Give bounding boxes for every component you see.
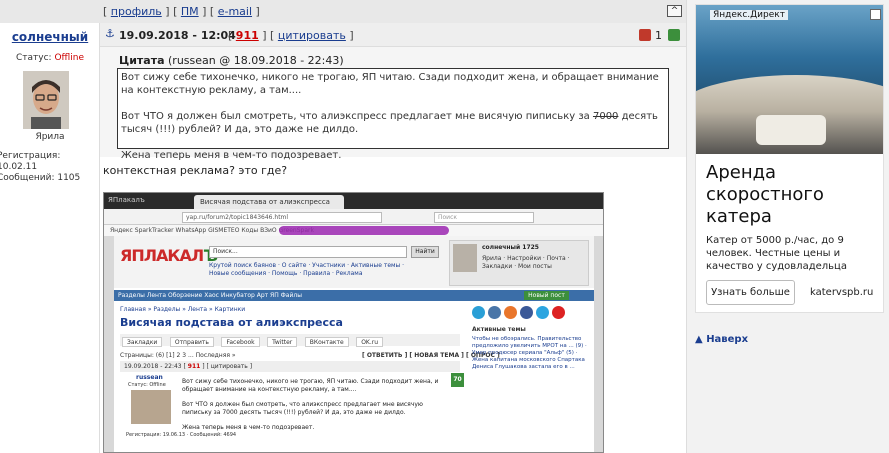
reply-text: контекстная реклама? это где?: [103, 164, 288, 177]
email-link[interactable]: e-mail: [218, 5, 252, 18]
shot-pages: Страницы: (6) [1] 2 3 ... Последняя »: [120, 352, 236, 359]
back-to-top-link[interactable]: ▲ Наверх: [695, 334, 748, 345]
shot-post-header: 19.09.2018 - 22:43 [ 911 ] [ цитировать …: [120, 361, 460, 372]
up-arrow-icon: ▲: [695, 334, 703, 345]
shot-post-author: russean: [136, 374, 163, 381]
shot-tool: Отправить: [169, 337, 214, 347]
quote-box: Вот сижу себе тихонечко, никого не трога…: [117, 68, 669, 161]
shot-user-avatar: [453, 244, 477, 272]
pm-link[interactable]: ПМ: [181, 5, 199, 18]
shot-tool: Закладки: [122, 337, 163, 347]
shot-url: yap.ru/forum2/topic1843646.html: [182, 212, 382, 223]
ad-column: Яндекс.Директ Аренда скоростного катера …: [686, 0, 889, 453]
shot-titlebar: ЯПлакалъ Висячая подстава от алиэкспресс…: [104, 193, 603, 209]
shot-site: ЯПЛАКАЛЪ Поиск... Найти Крутой поиск бая…: [114, 236, 594, 452]
profile-links: [ профиль ] [ ПМ ] [ e-mail ]: [103, 5, 260, 18]
quote-paragraph-2: Вот ЧТО я должен был смотреть, что алиэк…: [121, 111, 658, 135]
shot-page-title: Висячая подстава от алиэкспресса: [120, 316, 343, 329]
shot-search: Поиск: [434, 212, 534, 223]
shot-tool: Facebook: [221, 337, 260, 347]
username[interactable]: солнечный: [0, 30, 100, 44]
post-date: 19.09.2018 - 12:04: [119, 29, 236, 42]
avatar: [23, 71, 69, 129]
shot-breadcrumb: Главная » Разделы » Лента » Картинки: [120, 306, 246, 313]
ok-icon: [504, 306, 517, 319]
shot-post-avatar: [131, 390, 171, 424]
post-links: [ 911 ] [ цитировать ]: [228, 29, 354, 42]
ad-banner[interactable]: Яндекс.Директ Аренда скоростного катера …: [695, 4, 884, 313]
telegram-icon: [472, 306, 485, 319]
ad-image[interactable]: Яндекс.Директ: [696, 5, 883, 154]
user-status: Статус: Offline: [16, 53, 84, 63]
boat-seat: [756, 115, 826, 145]
scroll-top-icon[interactable]: ^: [667, 5, 682, 17]
rate-down-icon[interactable]: [639, 29, 651, 41]
rating-count: 1: [655, 29, 662, 42]
shot-new-post: Новый пост: [524, 291, 569, 300]
quote-link[interactable]: цитировать: [278, 29, 346, 42]
user-column: солнечный Статус: Offline Ярила Регистра…: [0, 23, 100, 453]
ad-learn-more-button[interactable]: Узнать больше: [706, 280, 795, 305]
embedded-screenshot: ЯПлакалъ Висячая подстава от алиэкспресс…: [103, 192, 604, 453]
shot-site-search: Поиск...: [209, 246, 407, 258]
shot-tool: Twitter: [267, 337, 298, 347]
shot-tab-active: Висячая подстава от алиэкспресса: [194, 195, 344, 209]
ad-info-icon[interactable]: [870, 9, 881, 20]
user-registration: Регистрация: 10.02.11 Сообщений: 1105: [0, 151, 81, 183]
post-body: Цитата (russean @ 18.09.2018 - 22:43) Во…: [100, 47, 686, 161]
shot-user-panel: солнечный 1725 Ярила · Настройки · Почта…: [449, 240, 589, 286]
shot-sidebar: Активные темы Чтобы не обоэрались. Прави…: [472, 306, 590, 452]
profile-links-bar: [ профиль ] [ ПМ ] [ e-mail ] ^: [0, 0, 686, 23]
vk-icon: [488, 306, 501, 319]
shot-site-links: Крутой поиск баянов · О сайте · Участник…: [209, 262, 405, 277]
shot-site-search-button: Найти: [411, 246, 439, 258]
shot-scribble: [279, 226, 449, 235]
shot-share-tools: Закладки Отправить Facebook Twitter ВКон…: [120, 334, 460, 347]
quote-title: Цитата (russean @ 18.09.2018 - 22:43): [119, 54, 344, 67]
ad-headline[interactable]: Аренда скоростного катера: [706, 162, 824, 228]
shot-nav: Разделы Лента Оборзение Хаос Инкубатор А…: [114, 290, 594, 301]
shot-active-topics-title: Активные темы: [472, 326, 526, 333]
shot-user-menu: Ярила · Настройки · Почта · Закладки · М…: [482, 255, 570, 270]
shot-post-rating: 70: [451, 373, 464, 387]
shot-urlbar: yap.ru/forum2/topic1843646.html Поиск: [104, 209, 603, 225]
post-header: ⚓ 19.09.2018 - 12:04 [ 911 ] [ цитироват…: [100, 23, 686, 47]
shot-tab-inactive: ЯПлакалъ: [108, 196, 145, 204]
anchor-icon[interactable]: ⚓: [105, 27, 115, 40]
shot-post-status: Статус: Offline: [128, 382, 166, 388]
zen-icon: [552, 306, 565, 319]
shot-post-text: Вот сижу себе тихонечко, никого не трога…: [182, 378, 439, 431]
ad-text: Катер от 5000 р./час, до 9 человек. Чест…: [706, 235, 847, 272]
twitter-icon: [536, 306, 549, 319]
user-rank: Ярила: [35, 132, 65, 142]
shot-tool: OK.ru: [356, 337, 384, 347]
shot-logo: ЯПЛАКАЛЪ: [120, 246, 218, 265]
shot-site-header: ЯПЛАКАЛЪ Поиск... Найти Крутой поиск бая…: [114, 236, 594, 288]
shot-active-topics: Чтобы не обоэрались. Правительство предл…: [472, 336, 587, 370]
avatar-image: [23, 71, 69, 129]
shot-tool: ВКонтакте: [304, 337, 349, 347]
rate-up-icon[interactable]: [668, 29, 680, 41]
ad-domain[interactable]: katervspb.ru: [810, 287, 873, 298]
shot-user-name: солнечный 1725: [482, 244, 539, 251]
post-number-link[interactable]: 911: [236, 29, 259, 42]
profile-link[interactable]: профиль: [111, 5, 162, 18]
ad-label: Яндекс.Директ: [710, 10, 788, 20]
facebook-icon: [520, 306, 533, 319]
